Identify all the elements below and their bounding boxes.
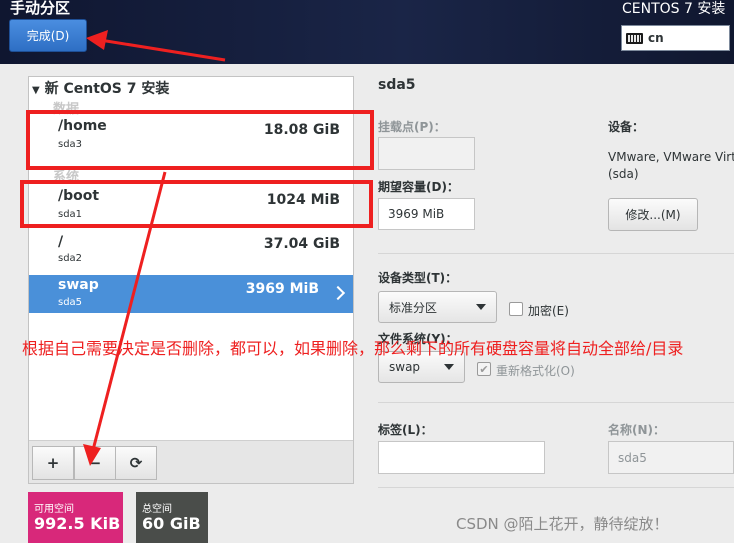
watermark: CSDN @陌上花开，静待绽放！ <box>456 515 669 533</box>
annotation-note: 根据自己需要决定是否删除，都可以，如果删除，那么剩下的所有硬盘容量将自动全部给/… <box>22 339 684 358</box>
arrowhead-done <box>86 30 108 50</box>
arrow-to-remove <box>91 171 167 451</box>
arrowhead-remove <box>83 444 101 466</box>
annotation-arrows <box>83 30 226 466</box>
arrow-to-done <box>99 38 226 62</box>
